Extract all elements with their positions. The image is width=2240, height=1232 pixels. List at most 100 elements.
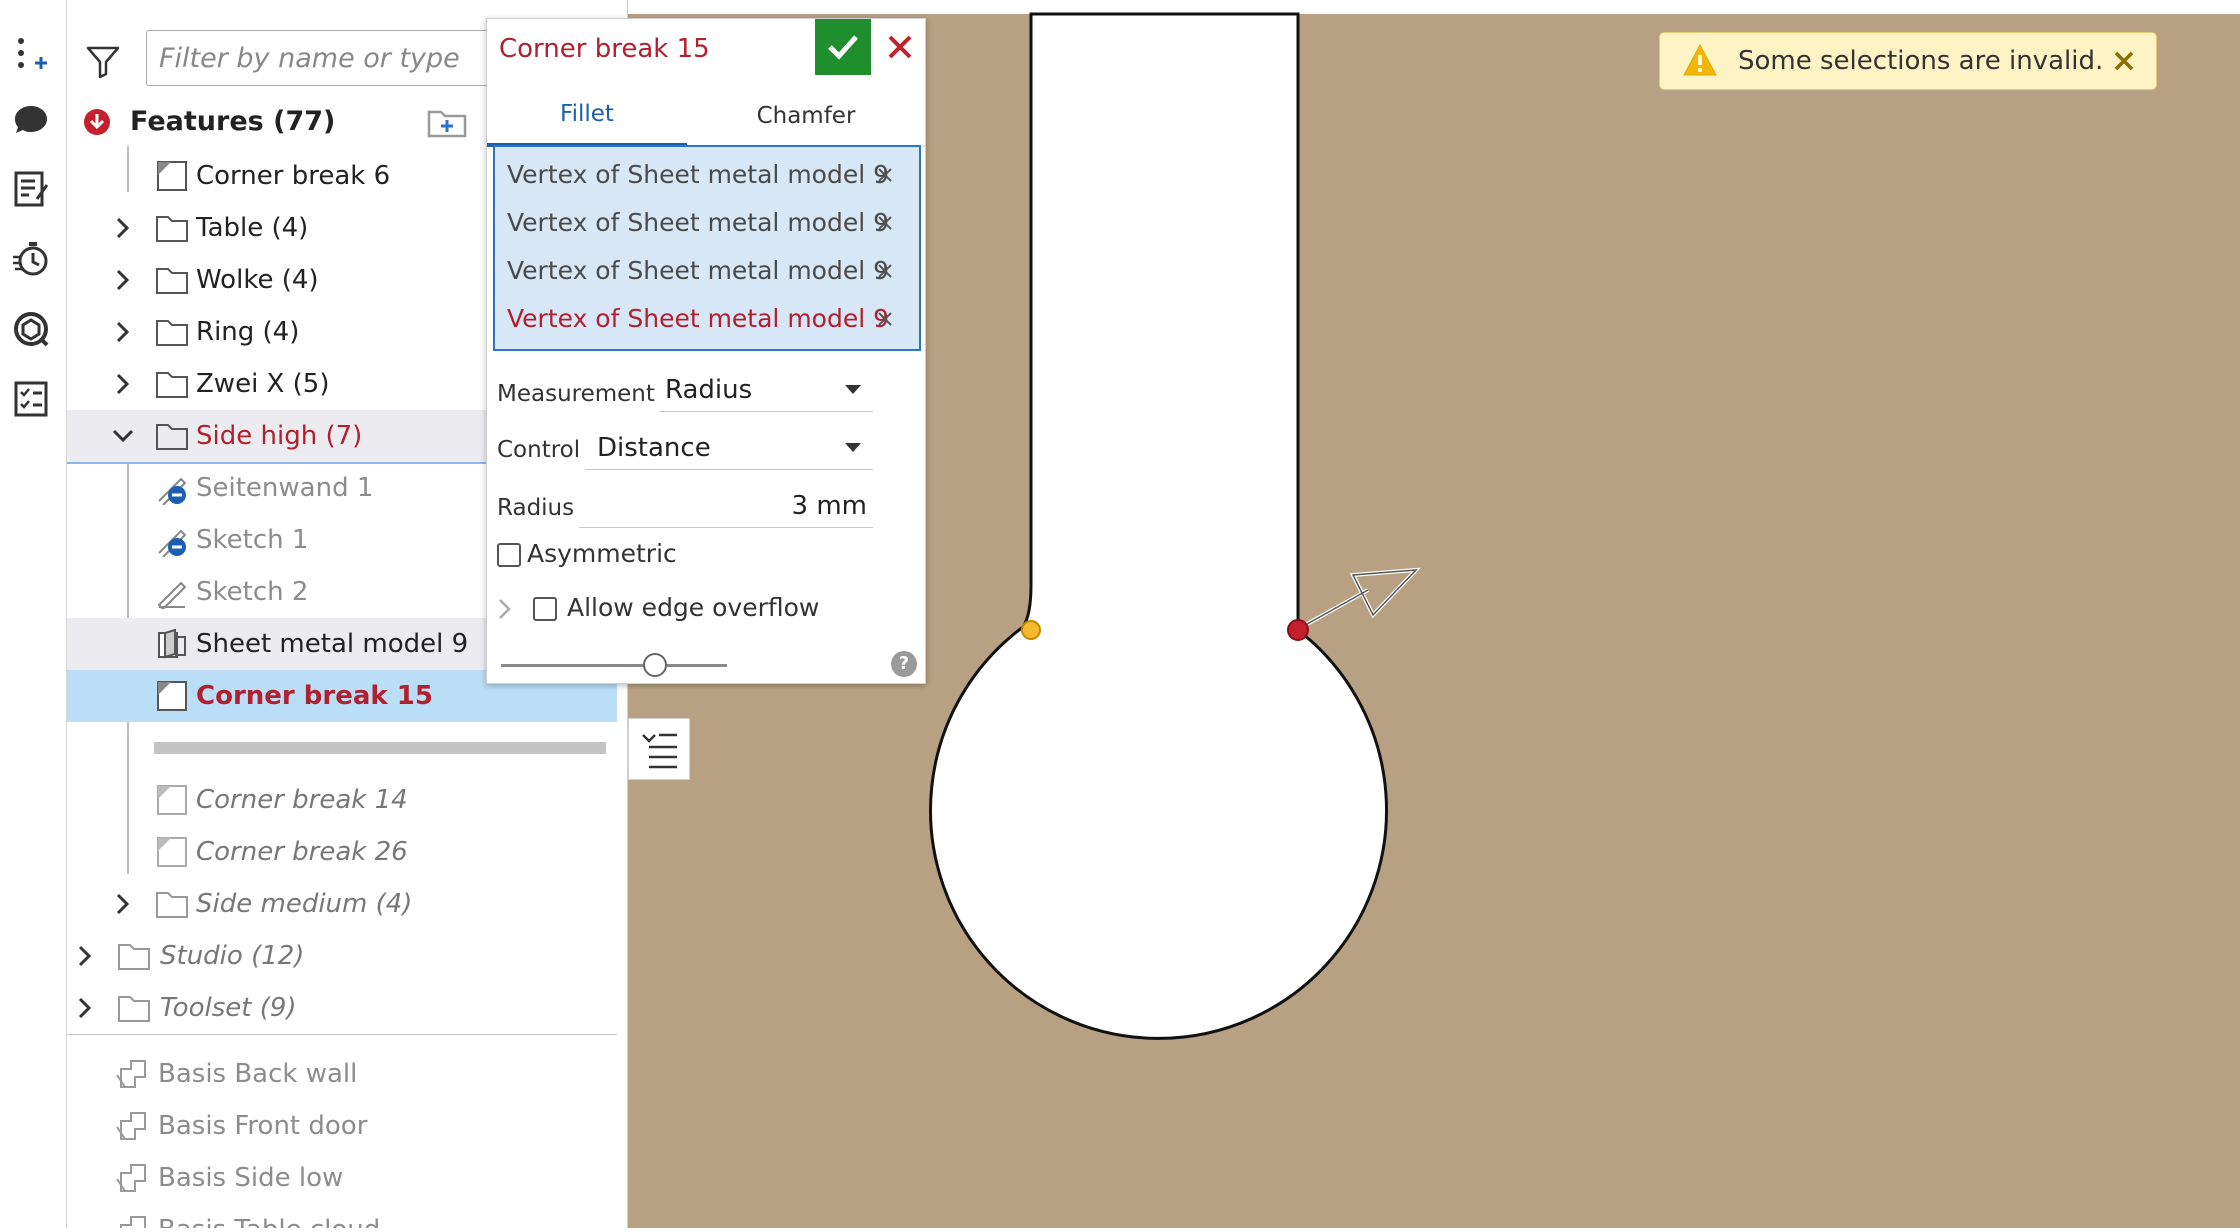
accept-button[interactable] [815,19,871,75]
selection-item[interactable]: Vertex of Sheet metal model 9 [495,199,919,247]
checklist-icon[interactable] [8,376,54,422]
folder-icon [156,268,188,294]
remove-selection-icon[interactable] [875,165,895,185]
corner-break-icon [157,837,187,867]
cancel-button[interactable] [875,19,925,75]
insert-feature-icon[interactable] [8,32,54,78]
close-icon[interactable] [2112,49,2136,73]
selection-item-invalid[interactable]: Vertex of Sheet metal model 9 [495,295,919,343]
tree-item-label: Table (4) [196,213,309,243]
warning-toast: Some selections are invalid. [1659,32,2157,90]
tree-item-label: Basis Table cloud [158,1215,380,1228]
control-value: Distance [597,433,711,463]
sketch-icon [157,581,187,609]
chevron-down-icon[interactable] [111,424,135,448]
rollback-error-icon [84,109,110,135]
control-select[interactable]: Distance [585,429,873,470]
tree-folder-side-medium[interactable]: Side medium (4) [67,878,617,930]
history-icon[interactable] [8,236,54,282]
chevron-right-icon[interactable] [111,216,135,240]
tree-item-label: Side medium (4) [196,889,413,919]
preview-slider-track[interactable] [501,664,727,667]
rollback-handle-icon [642,733,677,769]
selection-list[interactable]: Vertex of Sheet metal model 9 Vertex of … [493,145,921,351]
dropdown-caret-icon [845,385,861,394]
tree-item-label: Ring (4) [196,317,300,347]
vertex-valid-marker[interactable] [1021,620,1041,640]
measurement-select[interactable]: Radius [659,371,873,412]
asymmetric-label: Asymmetric [527,539,677,568]
selection-item[interactable]: Vertex of Sheet metal model 9 [495,247,919,295]
tree-item-label: Toolset (9) [160,993,297,1023]
tree-item-label: Wolke (4) [196,265,319,295]
corner-break-dialog: Corner break 15 Fillet Chamfer Vertex of… [486,18,926,684]
tree-part-basis-table-cloud[interactable]: Basis Table cloud [67,1204,617,1228]
preview-slider-handle[interactable] [643,653,667,677]
tree-item-corner-break-26[interactable]: Corner break 26 [67,826,617,878]
check-icon [828,35,858,60]
warning-icon [1683,43,1717,76]
rollback-handle[interactable] [628,718,690,780]
tree-item-label: Corner break 14 [196,785,408,815]
tree-item-label: Basis Side low [158,1163,344,1193]
comment-icon[interactable] [8,96,54,142]
add-folder-icon[interactable] [427,106,467,140]
features-title: Features (77) [130,106,336,137]
remove-selection-icon[interactable] [875,213,895,233]
vertex-invalid-marker[interactable] [1287,619,1309,641]
chevron-right-icon[interactable] [111,320,135,344]
tree-item-label: Corner break 15 [196,681,433,711]
radius-input[interactable]: 3 mm [579,487,873,528]
analysis-icon[interactable] [8,306,54,352]
tree-folder-studio[interactable]: Studio (12) [67,930,617,982]
measurement-value: Radius [665,375,753,405]
manipulator-arrow-icon[interactable] [1299,567,1422,630]
help-icon[interactable]: ? [891,651,917,677]
remove-selection-icon[interactable] [875,309,895,329]
tree-item-label: Corner break 26 [196,837,408,867]
chevron-right-icon[interactable] [111,372,135,396]
allow-edge-overflow-checkbox[interactable] [533,597,557,621]
folder-icon [156,892,188,918]
filter-icon[interactable] [85,44,121,80]
tree-part-basis-front-door[interactable]: Basis Front door [67,1100,617,1152]
part-studio-icon [116,1060,146,1088]
asymmetric-checkbox[interactable] [497,543,521,567]
close-icon [888,35,912,59]
tree-item-label: Zwei X (5) [196,369,330,399]
selection-label: Vertex of Sheet metal model 9 [507,304,890,333]
tree-folder-toolset[interactable]: Toolset (9) [67,982,617,1034]
tab-fillet[interactable]: Fillet [487,85,687,147]
measurement-label: Measurement [497,381,655,407]
folder-icon [156,320,188,346]
tab-chamfer[interactable]: Chamfer [687,85,925,147]
chevron-right-icon[interactable] [73,944,97,968]
sketch-suppressed-icon [158,529,187,557]
corner-break-icon [157,785,187,815]
chevron-right-icon[interactable] [497,597,513,621]
corner-break-icon [157,161,187,191]
tree-part-basis-side-low[interactable]: Basis Side low [67,1152,617,1204]
part-studio-icon [116,1112,146,1140]
tree-part-basis-back-wall[interactable]: Basis Back wall [67,1048,617,1100]
tree-item-label: Sheet metal model 9 [196,629,469,659]
allow-edge-overflow-label: Allow edge overflow [567,593,820,622]
chevron-right-icon[interactable] [73,996,97,1020]
rollback-bar[interactable] [154,742,606,754]
dropdown-caret-icon [845,443,861,452]
chevron-right-icon[interactable] [111,268,135,292]
remove-selection-icon[interactable] [875,261,895,281]
tree-item-label: Studio (12) [160,941,305,971]
radius-label: Radius [497,495,575,521]
part-studio-icon [120,1216,146,1228]
tree-item-corner-break-14[interactable]: Corner break 14 [67,774,617,826]
corner-break-icon [157,681,187,711]
selection-item[interactable]: Vertex of Sheet metal model 9 [495,151,919,199]
sheet-metal-icon [158,628,186,659]
keyhole-cutout [929,12,1388,1040]
folder-icon [156,372,188,398]
toast-message: Some selections are invalid. [1738,46,2104,76]
notes-icon[interactable] [8,166,54,212]
chevron-right-icon[interactable] [111,892,135,916]
folder-icon [118,944,150,970]
